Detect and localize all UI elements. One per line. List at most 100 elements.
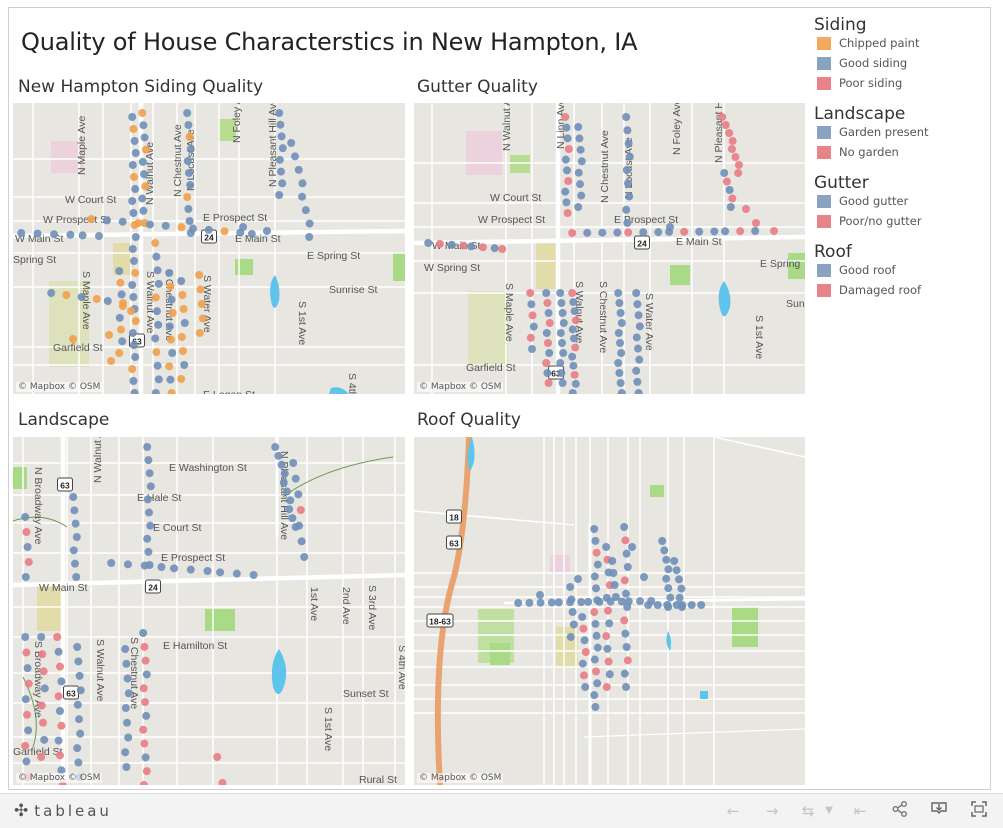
street-label: Rural St bbox=[359, 774, 397, 785]
house-point bbox=[614, 289, 623, 297]
legend-swatch bbox=[817, 125, 831, 139]
lake bbox=[270, 275, 280, 308]
street-label: W Court St bbox=[65, 194, 116, 206]
house-point bbox=[727, 145, 736, 153]
house-point bbox=[179, 305, 188, 313]
house-point bbox=[87, 215, 96, 223]
legend-label: Good siding bbox=[839, 56, 908, 70]
download-glyph bbox=[931, 802, 947, 814]
house-point bbox=[287, 139, 296, 147]
house-point bbox=[611, 593, 620, 601]
house-point bbox=[143, 495, 152, 504]
legend-item-poor-siding[interactable]: Poor siding bbox=[817, 76, 902, 90]
house-point bbox=[298, 179, 307, 188]
house-point bbox=[617, 319, 626, 327]
house-point bbox=[62, 291, 71, 299]
redo-icon[interactable]: → bbox=[761, 800, 783, 822]
house-point bbox=[590, 655, 599, 664]
tableau-logo[interactable]: ✣ tableau bbox=[14, 801, 112, 821]
house-point bbox=[154, 375, 163, 384]
legend-item-chipped-paint[interactable]: Chipped paint bbox=[817, 36, 919, 50]
house-point bbox=[577, 157, 586, 166]
house-point bbox=[528, 345, 536, 353]
map-attribution[interactable]: © Mapbox © OSM bbox=[16, 773, 103, 783]
house-point bbox=[564, 145, 573, 153]
house-point bbox=[24, 726, 33, 735]
map-roof[interactable]: 18 63 18-63 © Mapbox © OSM bbox=[414, 437, 805, 785]
download-icon[interactable] bbox=[928, 800, 950, 822]
house-point bbox=[574, 575, 582, 583]
house-point bbox=[286, 496, 295, 505]
legend-item-garden-present[interactable]: Garden present bbox=[817, 125, 929, 139]
house-point bbox=[290, 152, 299, 161]
house-point bbox=[140, 133, 149, 142]
legend-item-good-roof[interactable]: Good roof bbox=[817, 263, 896, 277]
house-point bbox=[218, 779, 227, 785]
undo-icon[interactable]: ← bbox=[722, 800, 744, 822]
landscape-map-canvas[interactable]: N Broadway AveN Walnut Ave N Pleasant Hil… bbox=[13, 437, 405, 785]
house-point bbox=[731, 153, 740, 161]
legend-swatch bbox=[817, 145, 831, 159]
house-point bbox=[663, 601, 672, 609]
house-point bbox=[71, 559, 79, 568]
house-point bbox=[37, 753, 46, 761]
house-point bbox=[21, 573, 30, 581]
house-point bbox=[196, 285, 205, 294]
route-shield-icon: 63 bbox=[446, 535, 462, 550]
roof-map-canvas[interactable]: 18 63 18-63 bbox=[414, 437, 805, 785]
house-point bbox=[556, 329, 565, 337]
house-point bbox=[177, 277, 186, 285]
legend-item-good-siding[interactable]: Good siding bbox=[817, 56, 907, 70]
legend-item-damaged-roof[interactable]: Damaged roof bbox=[817, 283, 921, 297]
lake bbox=[700, 691, 708, 699]
street-label: S Walnut Ave bbox=[144, 271, 156, 334]
house-point bbox=[288, 514, 297, 523]
share-icon[interactable] bbox=[889, 800, 911, 822]
house-point bbox=[728, 137, 737, 145]
house-point bbox=[640, 573, 648, 581]
legend-label: Good roof bbox=[839, 263, 896, 277]
siding-map-canvas[interactable]: N Maple AveN Walnut AveN Chestnut AveN L… bbox=[13, 103, 405, 394]
reset-icon[interactable]: ⇤ bbox=[849, 800, 871, 822]
dropdown-icon[interactable]: ▼ bbox=[822, 800, 836, 822]
house-point bbox=[570, 307, 579, 316]
map-attribution[interactable]: © Mapbox © OSM bbox=[417, 382, 504, 392]
legend-item-poor-gutter[interactable]: Poor/no gutter bbox=[817, 214, 922, 228]
map-siding[interactable]: N Maple AveN Walnut AveN Chestnut AveN L… bbox=[13, 103, 405, 394]
house-point bbox=[57, 721, 66, 730]
field-area bbox=[468, 291, 508, 367]
revert-icon[interactable]: ⇆ bbox=[797, 800, 819, 822]
lake bbox=[718, 281, 731, 317]
house-point bbox=[623, 126, 632, 135]
house-point bbox=[138, 194, 147, 203]
house-point bbox=[54, 692, 63, 701]
house-point bbox=[593, 679, 602, 688]
street-label: E Spring St bbox=[307, 250, 360, 262]
park-area bbox=[670, 265, 690, 285]
house-point bbox=[166, 375, 175, 384]
house-point bbox=[617, 349, 626, 357]
legend-item-good-gutter[interactable]: Good gutter bbox=[817, 194, 908, 208]
legend-item-no-garden[interactable]: No garden bbox=[817, 145, 899, 159]
map-attribution[interactable]: © Mapbox © OSM bbox=[16, 382, 103, 392]
legend-label: No garden bbox=[839, 145, 899, 159]
house-point bbox=[247, 230, 256, 238]
map-attribution[interactable]: © Mapbox © OSM bbox=[417, 773, 504, 783]
house-point bbox=[592, 584, 600, 593]
house-point bbox=[140, 642, 149, 651]
map-landscape[interactable]: N Broadway Ave N Walnut Ave N Pleasant Hil… bbox=[13, 437, 405, 785]
map-gutter[interactable]: N Walnut AveN Linn AveN Chestnut AveN Lo… bbox=[414, 103, 805, 394]
gutter-map-canvas[interactable]: N Walnut AveN Linn AveN Chestnut AveN Lo… bbox=[414, 103, 805, 394]
house-point bbox=[542, 289, 551, 297]
house-point bbox=[598, 228, 607, 237]
house-point bbox=[632, 333, 641, 342]
house-point bbox=[213, 753, 222, 761]
house-point bbox=[722, 177, 731, 186]
fullscreen-icon[interactable] bbox=[968, 800, 990, 822]
house-point bbox=[590, 608, 599, 617]
street-label: W Prospect St bbox=[43, 214, 110, 226]
legend-swatch bbox=[817, 194, 831, 208]
house-point bbox=[592, 631, 601, 640]
house-point bbox=[153, 266, 162, 275]
house-point bbox=[139, 781, 148, 785]
